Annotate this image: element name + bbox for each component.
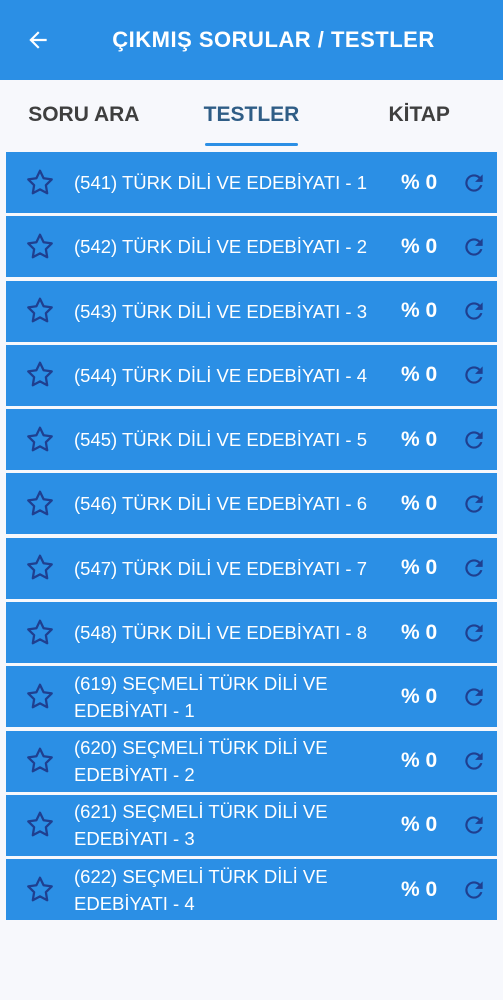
test-row[interactable]: (619) SEÇMELİ TÜRK DİLİ VE EDEBİYATI - 1… xyxy=(6,666,497,728)
reset-button[interactable] xyxy=(451,345,497,406)
test-row[interactable]: (621) SEÇMELİ TÜRK DİLİ VE EDEBİYATI - 3… xyxy=(6,794,497,856)
reset-button[interactable] xyxy=(451,859,497,920)
favorite-button[interactable] xyxy=(6,152,74,213)
favorite-button[interactable] xyxy=(6,281,74,342)
refresh-icon xyxy=(465,431,483,449)
favorite-button[interactable] xyxy=(6,602,74,663)
test-title: (547) TÜRK DİLİ VE EDEBİYATI - 7 xyxy=(74,557,368,579)
refresh-icon xyxy=(465,495,483,513)
test-title: (621) SEÇMELİ TÜRK DİLİ VE EDEBİYATI - 3 xyxy=(74,801,328,850)
favorite-button[interactable] xyxy=(6,345,74,406)
test-progress-percent: % 0 xyxy=(401,813,438,837)
test-title: (546) TÜRK DİLİ VE EDEBİYATI - 6 xyxy=(74,493,368,515)
refresh-icon xyxy=(465,623,483,642)
test-row[interactable]: (541) TÜRK DİLİ VE EDEBİYATI - 1 % 0 xyxy=(6,152,497,213)
star-outline-icon xyxy=(27,554,53,580)
favorite-button[interactable] xyxy=(6,409,74,470)
test-title: (622) SEÇMELİ TÜRK DİLİ VE EDEBİYATI - 4 xyxy=(74,865,328,914)
reset-button[interactable] xyxy=(451,538,497,599)
test-progress-percent: % 0 xyxy=(401,620,438,644)
test-row[interactable]: (544) TÜRK DİLİ VE EDEBİYATI - 4 % 0 xyxy=(6,344,497,406)
refresh-icon xyxy=(465,688,483,706)
star-outline-icon xyxy=(27,619,53,644)
reset-button[interactable] xyxy=(451,666,497,727)
test-progress-percent: % 0 xyxy=(401,877,438,901)
test-row[interactable]: (542) TÜRK DİLİ VE EDEBİYATI - 2 % 0 xyxy=(6,216,497,278)
test-title: (541) TÜRK DİLİ VE EDEBİYATI - 1 xyxy=(74,172,368,193)
refresh-icon xyxy=(465,302,483,320)
reset-button[interactable] xyxy=(451,731,497,792)
test-title: (619) SEÇMELİ TÜRK DİLİ VE EDEBİYATI - 1 xyxy=(74,672,328,721)
test-row[interactable]: (546) TÜRK DİLİ VE EDEBİYATI - 6 % 0 xyxy=(6,473,497,535)
test-row[interactable]: (548) TÜRK DİLİ VE EDEBİYATI - 8 % 0 xyxy=(6,602,497,664)
test-title: (548) TÜRK DİLİ VE EDEBİYATI - 8 xyxy=(74,622,368,644)
refresh-icon xyxy=(465,752,483,770)
star-outline-icon xyxy=(27,361,53,387)
app-bar: ÇIKMIŞ SORULAR / TESTLER xyxy=(0,0,503,80)
test-progress-percent: % 0 xyxy=(401,427,438,451)
reset-button[interactable] xyxy=(451,795,497,856)
favorite-button[interactable] xyxy=(6,538,74,599)
test-progress-percent: % 0 xyxy=(401,234,438,258)
reset-button[interactable] xyxy=(451,216,497,277)
tab-soru-ara[interactable]: SORU ARA xyxy=(0,80,168,150)
test-title: (544) TÜRK DİLİ VE EDEBİYATI - 4 xyxy=(74,364,368,386)
reset-button[interactable] xyxy=(451,152,497,213)
star-outline-icon xyxy=(27,233,53,259)
refresh-icon xyxy=(465,881,483,899)
reset-button[interactable] xyxy=(451,409,497,470)
favorite-button[interactable] xyxy=(6,666,74,727)
reset-button[interactable] xyxy=(451,602,497,663)
favorite-button[interactable] xyxy=(6,859,74,920)
test-progress-percent: % 0 xyxy=(401,684,438,708)
refresh-icon xyxy=(465,816,483,835)
test-title: (620) SEÇMELİ TÜRK DİLİ VE EDEBİYATI - 2 xyxy=(74,737,328,786)
favorite-button[interactable] xyxy=(6,795,74,856)
test-progress-percent: % 0 xyxy=(401,299,438,323)
test-row[interactable]: (545) TÜRK DİLİ VE EDEBİYATI - 5 % 0 xyxy=(6,409,497,471)
star-outline-icon xyxy=(27,426,53,452)
test-list: (541) TÜRK DİLİ VE EDEBİYATI - 1 % 0 (54… xyxy=(6,152,497,924)
test-title: (542) TÜRK DİLİ VE EDEBİYATI - 2 xyxy=(74,236,368,258)
arrow-left-icon xyxy=(29,31,47,49)
star-outline-icon xyxy=(27,812,53,837)
test-title: (545) TÜRK DİLİ VE EDEBİYATI - 5 xyxy=(74,429,368,451)
test-title: (543) TÜRK DİLİ VE EDEBİYATI - 3 xyxy=(74,300,368,322)
star-outline-icon xyxy=(27,169,53,194)
star-outline-icon xyxy=(27,683,53,709)
star-outline-icon xyxy=(27,747,53,773)
test-progress-percent: % 0 xyxy=(401,556,438,580)
refresh-icon xyxy=(465,173,483,192)
test-progress-percent: % 0 xyxy=(401,491,438,515)
test-row[interactable]: (622) SEÇMELİ TÜRK DİLİ VE EDEBİYATI - 4… xyxy=(6,859,497,921)
star-outline-icon xyxy=(27,876,53,902)
reset-button[interactable] xyxy=(451,473,497,534)
refresh-icon xyxy=(465,366,483,385)
back-button[interactable] xyxy=(22,24,54,56)
tab-testler[interactable]: TESTLER xyxy=(168,80,336,150)
star-outline-icon xyxy=(27,490,53,516)
tab-kitap[interactable]: KİTAP xyxy=(335,80,503,150)
test-progress-percent: % 0 xyxy=(401,170,438,194)
refresh-icon xyxy=(465,238,483,256)
star-outline-icon xyxy=(27,297,53,323)
tab-bar: SORU ARA TESTLER KİTAP xyxy=(0,80,503,150)
test-progress-percent: % 0 xyxy=(401,749,438,773)
reset-button[interactable] xyxy=(451,281,497,342)
favorite-button[interactable] xyxy=(6,731,74,792)
test-progress-percent: % 0 xyxy=(401,363,438,387)
page-title: ÇIKMIŞ SORULAR / TESTLER xyxy=(112,27,435,52)
refresh-icon xyxy=(465,559,483,577)
test-row[interactable]: (547) TÜRK DİLİ VE EDEBİYATI - 7 % 0 xyxy=(6,537,497,599)
test-row[interactable]: (620) SEÇMELİ TÜRK DİLİ VE EDEBİYATI - 2… xyxy=(6,730,497,792)
test-row[interactable]: (543) TÜRK DİLİ VE EDEBİYATI - 3 % 0 xyxy=(6,280,497,342)
favorite-button[interactable] xyxy=(6,216,74,277)
favorite-button[interactable] xyxy=(6,473,74,534)
